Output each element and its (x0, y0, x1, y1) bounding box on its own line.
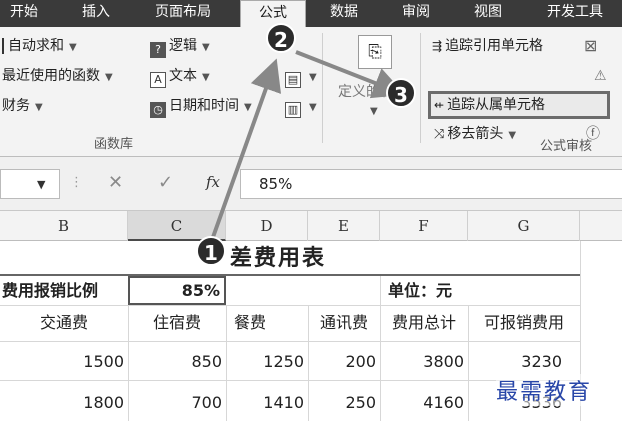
tutorial-arrows (210, 50, 406, 241)
step-badge-2: 2 (266, 23, 296, 53)
arrow-step1-to-step2 (210, 58, 282, 241)
watermark: 最需教育 (496, 374, 593, 406)
step-badge-3: 3 (386, 78, 416, 108)
step-badge-1: 1 (196, 236, 226, 266)
arrow-step2-to-step3 (295, 50, 406, 99)
